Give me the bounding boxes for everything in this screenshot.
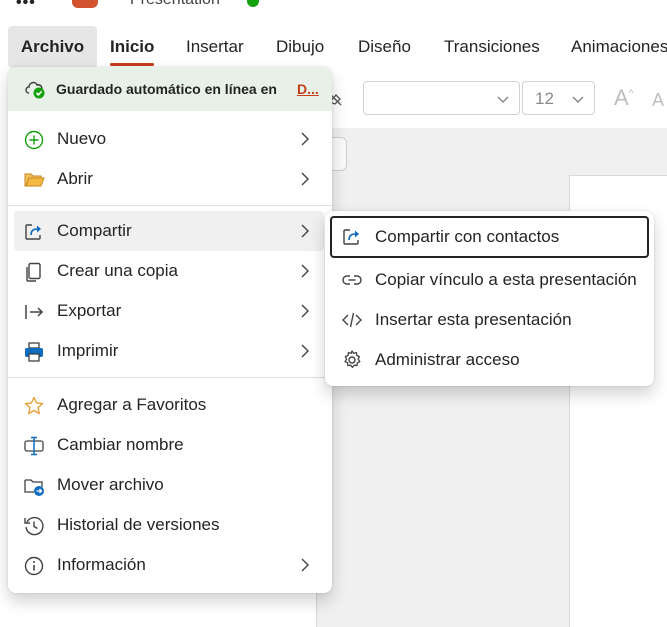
printer-icon	[23, 341, 45, 363]
folder-open-icon	[23, 169, 45, 191]
link-icon	[341, 269, 363, 291]
chevron-right-icon	[297, 223, 313, 239]
menu-item-abrir[interactable]: Abrir	[8, 159, 332, 199]
document-title[interactable]: Presentation	[130, 0, 220, 9]
title-bar: ••• Presentation	[0, 0, 667, 12]
menu-item-label: Crear una copia	[57, 261, 178, 280]
history-icon	[23, 515, 45, 537]
gear-icon	[341, 349, 363, 371]
menu-item-historial[interactable]: Historial de versiones	[8, 505, 332, 545]
tab-archivo[interactable]: Archivo	[8, 26, 97, 68]
chevron-right-icon	[297, 343, 313, 359]
autosave-label: Guardado automático en línea en	[56, 81, 277, 97]
menu-divider	[8, 377, 332, 378]
more-options-button[interactable]: •••	[16, 0, 36, 12]
menu-item-label: Cambiar nombre	[57, 435, 184, 454]
share-item-label: Insertar esta presentación	[375, 310, 572, 329]
info-icon	[23, 555, 45, 577]
share-icon	[341, 226, 363, 248]
menu-item-cambiar-nombre[interactable]: Cambiar nombre	[8, 425, 332, 465]
menu-item-label: Imprimir	[57, 341, 119, 360]
menu-item-crear-copia[interactable]: Crear una copia	[8, 251, 332, 291]
font-size-select[interactable]: 12	[522, 81, 595, 115]
share-item-label: Compartir con contactos	[375, 227, 560, 246]
share-item-label: Administrar acceso	[375, 350, 520, 369]
chevron-right-icon	[297, 557, 313, 573]
shrink-font-button[interactable]: A	[652, 90, 664, 111]
menu-item-informacion[interactable]: Información	[8, 545, 332, 585]
font-name-select[interactable]	[363, 81, 520, 115]
grow-font-label: A	[614, 85, 629, 110]
chevron-right-icon	[297, 303, 313, 319]
star-icon	[23, 395, 45, 417]
move-folder-icon	[23, 475, 45, 497]
menu-item-label: Nuevo	[57, 129, 107, 148]
rename-icon	[23, 435, 45, 457]
chevron-right-icon	[297, 263, 313, 279]
chevron-right-icon	[297, 131, 313, 147]
chevron-right-icon	[297, 171, 313, 187]
menu-item-nuevo[interactable]: Nuevo	[8, 119, 332, 159]
menu-item-label: Abrir	[57, 169, 93, 188]
chevron-down-icon	[570, 91, 586, 107]
cloud-check-icon	[23, 77, 47, 99]
menu-item-label: Mover archivo	[57, 475, 164, 494]
menu-item-label: Agregar a Favoritos	[57, 395, 207, 414]
embed-presentation-item[interactable]: Insertar esta presentación	[330, 299, 649, 341]
menu-divider	[8, 205, 332, 206]
tab-diseno[interactable]: Diseño	[358, 26, 411, 68]
copy-icon	[23, 261, 45, 283]
menu-item-label: Historial de versiones	[57, 515, 220, 534]
share-with-contacts-item[interactable]: Compartir con contactos	[330, 216, 649, 258]
font-size-value: 12	[535, 89, 554, 108]
grow-font-button[interactable]: A^	[614, 85, 633, 111]
menu-item-label: Información	[57, 555, 146, 574]
chevron-down-icon	[495, 91, 511, 107]
manage-access-item[interactable]: Administrar acceso	[330, 339, 649, 381]
share-submenu: Compartir con contactos Copiar vínculo a…	[325, 211, 654, 386]
share-icon	[23, 221, 45, 243]
autosave-banner: Guardado automático en línea en D...	[8, 67, 332, 111]
menu-item-exportar[interactable]: Exportar	[8, 291, 332, 331]
copy-link-item[interactable]: Copiar vínculo a esta presentación	[330, 259, 649, 301]
export-icon	[23, 301, 45, 323]
plus-circle-icon	[23, 129, 45, 151]
tab-dibujo[interactable]: Dibujo	[276, 26, 324, 68]
tab-transiciones[interactable]: Transiciones	[444, 26, 540, 68]
tab-inicio[interactable]: Inicio	[110, 26, 155, 68]
menu-item-imprimir[interactable]: Imprimir	[8, 331, 332, 371]
menu-item-compartir[interactable]: Compartir	[14, 211, 324, 251]
file-menu: Guardado automático en línea en D... Nue…	[8, 67, 332, 593]
embed-code-icon	[341, 309, 363, 331]
menu-item-favoritos[interactable]: Agregar a Favoritos	[8, 385, 332, 425]
share-item-label: Copiar vínculo a esta presentación	[375, 270, 637, 289]
autosave-location-link[interactable]: D...	[297, 81, 319, 97]
ribbon-tabs: Archivo Inicio Insertar Dibujo Diseño Tr…	[0, 26, 667, 70]
menu-item-label: Exportar	[57, 301, 122, 320]
powerpoint-logo-icon	[72, 0, 98, 8]
saved-check-icon	[247, 0, 259, 7]
tab-insertar[interactable]: Insertar	[186, 26, 244, 68]
menu-item-label: Compartir	[57, 221, 132, 240]
tab-animaciones[interactable]: Animaciones	[571, 26, 667, 68]
menu-item-mover-archivo[interactable]: Mover archivo	[8, 465, 332, 505]
